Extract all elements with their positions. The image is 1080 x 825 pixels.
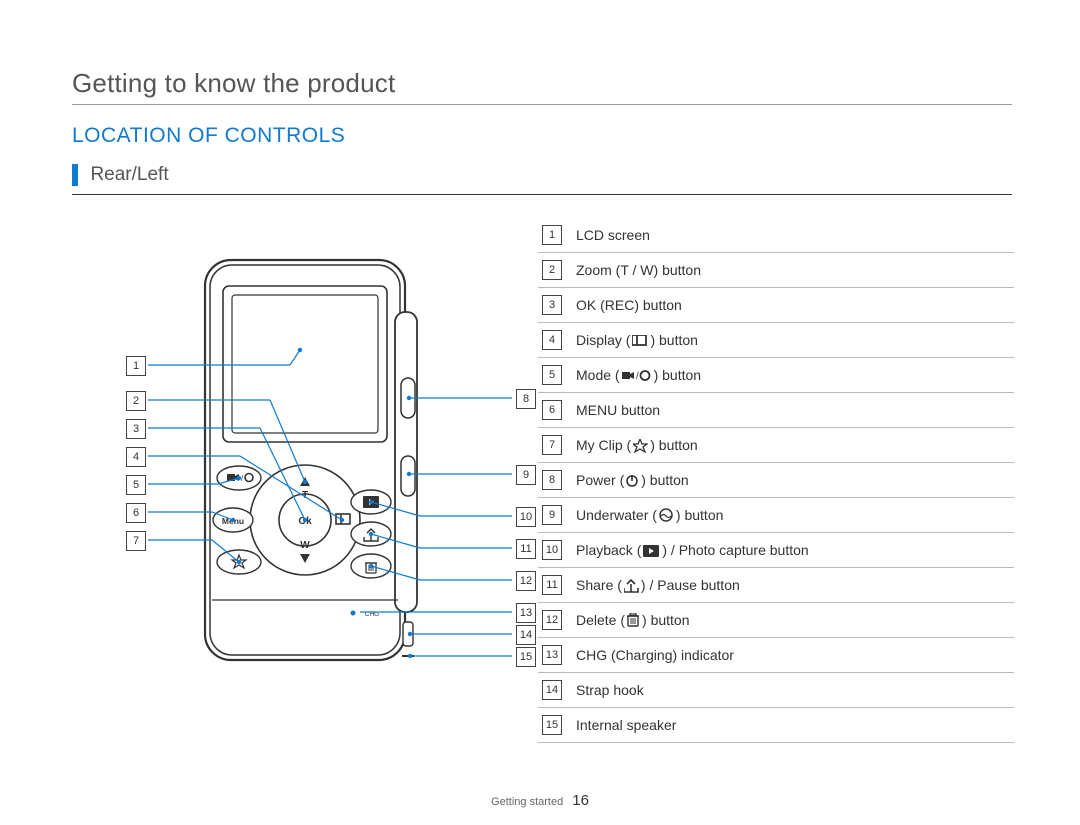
title-underline <box>72 104 1012 105</box>
callout-2: 2 <box>126 391 146 411</box>
legend-row: 8 Power () button <box>538 463 1014 498</box>
callout-4: 4 <box>126 447 146 467</box>
legend-num: 6 <box>542 400 562 420</box>
footer-page-number: 16 <box>572 792 589 809</box>
legend-text: Mode () button <box>576 367 701 383</box>
page-title: Getting to know the product <box>72 68 395 99</box>
legend-text: OK (REC) button <box>576 297 682 313</box>
legend-row: 11 Share () / Pause button <box>538 568 1014 603</box>
legend-row: 9 Underwater () button <box>538 498 1014 533</box>
legend-row: 3 OK (REC) button <box>538 288 1014 323</box>
callout-9: 9 <box>516 465 536 485</box>
subsection-label: Rear/Left <box>90 164 168 185</box>
legend-row: 12 Delete () button <box>538 603 1014 638</box>
product-diagram: T Ok W / Menu <box>120 220 540 730</box>
legend-text: Playback () / Photo capture button <box>576 542 809 558</box>
legend-num: 12 <box>542 610 562 630</box>
legend-num: 5 <box>542 365 562 385</box>
legend-num: 7 <box>542 435 562 455</box>
legend-num: 10 <box>542 540 562 560</box>
legend-text: LCD screen <box>576 227 650 243</box>
legend-row: 2 Zoom (T / W) button <box>538 253 1014 288</box>
legend-table: 1 LCD screen 2 Zoom (T / W) button 3 OK (REC)… <box>538 218 1014 743</box>
callout-10: 10 <box>516 507 536 527</box>
subsection-bar <box>72 164 78 186</box>
legend-row: 7 My Clip () button <box>538 428 1014 463</box>
callout-14: 14 <box>516 625 536 645</box>
power-icon <box>626 472 639 488</box>
legend-row: 5 Mode () button <box>538 358 1014 393</box>
svg-text:W: W <box>300 540 310 551</box>
callout-5: 5 <box>126 475 146 495</box>
legend-num: 11 <box>542 575 562 595</box>
legend-text: Delete () button <box>576 612 690 629</box>
legend-row: 4 Display () button <box>538 323 1014 358</box>
legend-num: 2 <box>542 260 562 280</box>
share-icon <box>624 577 639 594</box>
delete-icon <box>627 612 640 629</box>
mode-icon <box>622 367 652 383</box>
legend-text: Zoom (T / W) button <box>576 262 701 278</box>
legend-text: CHG (Charging) indicator <box>576 647 734 663</box>
legend-num: 1 <box>542 225 562 245</box>
legend-text: Display () button <box>576 332 698 348</box>
myclip-icon <box>633 437 648 453</box>
device-svg: T Ok W / Menu <box>120 220 540 730</box>
legend-text: Underwater () button <box>576 507 723 524</box>
legend-text: Internal speaker <box>576 717 676 733</box>
callout-1: 1 <box>126 356 146 376</box>
legend-row: 6 MENU button <box>538 393 1014 428</box>
callout-8: 8 <box>516 389 536 409</box>
legend-num: 9 <box>542 505 562 525</box>
legend-num: 8 <box>542 470 562 490</box>
legend-num: 14 <box>542 680 562 700</box>
legend-row: 10 Playback () / Photo capture button <box>538 533 1014 568</box>
legend-num: 15 <box>542 715 562 735</box>
legend-text: Share () / Pause button <box>576 577 740 594</box>
legend-text: Strap hook <box>576 682 644 698</box>
page-footer: Getting started 16 <box>0 792 1080 809</box>
callout-7: 7 <box>126 531 146 551</box>
legend-row: 13 CHG (Charging) indicator <box>538 638 1014 673</box>
legend-row: 14 Strap hook <box>538 673 1014 708</box>
playback-icon <box>643 542 660 558</box>
legend-text: MENU button <box>576 402 660 418</box>
legend-num: 13 <box>542 645 562 665</box>
subsection-heading: Rear/Left <box>72 164 1012 195</box>
legend-text: Power () button <box>576 472 689 488</box>
legend-text: My Clip () button <box>576 437 698 453</box>
callout-11: 11 <box>516 539 536 559</box>
legend-row: 1 LCD screen <box>538 218 1014 253</box>
callout-3: 3 <box>126 419 146 439</box>
display-icon <box>632 332 648 348</box>
callout-6: 6 <box>126 503 146 523</box>
legend-num: 3 <box>542 295 562 315</box>
section-heading: LOCATION OF CONTROLS <box>72 124 345 148</box>
legend-num: 4 <box>542 330 562 350</box>
legend-row: 15 Internal speaker <box>538 708 1014 743</box>
callout-12: 12 <box>516 571 536 591</box>
underwater-icon <box>659 507 674 524</box>
footer-section: Getting started <box>491 796 563 808</box>
callout-15: 15 <box>516 647 536 667</box>
callout-13: 13 <box>516 603 536 623</box>
